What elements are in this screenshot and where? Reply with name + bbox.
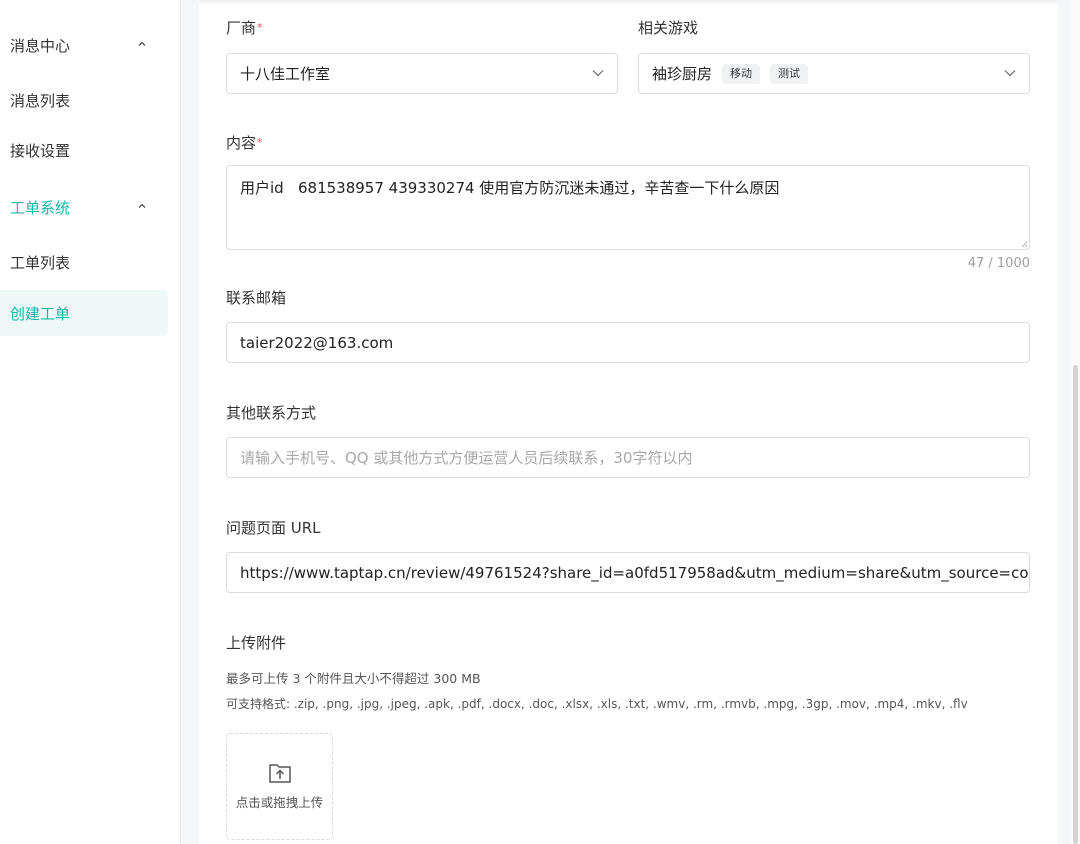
attachment-label: 上传附件 (226, 634, 287, 652)
vendor-select-value: 十八佳工作室 (240, 65, 331, 83)
game-tag: 测试 (770, 63, 809, 84)
attachment-formats-text: 可支持格式: .zip, .png, .jpg, .jpeg, .apk, .p… (226, 697, 968, 711)
other-contact-field[interactable]: 请输入手机号、QQ 或其他方式方便运营人员后续联系，30字符以内 (226, 437, 1030, 478)
content-text: 用户id 681538957 439330274 使用官方防沉迷未通过，辛苦查一… (240, 179, 780, 197)
game-tag: 移动 (722, 63, 761, 84)
game-select[interactable]: 袖珍厨房 移动 测试 (638, 53, 1030, 94)
sidebar-item-label: 消息列表 (10, 91, 71, 110)
required-mark: * (257, 21, 263, 34)
required-mark: * (257, 136, 263, 149)
other-contact-label: 其他联系方式 (226, 404, 317, 422)
email-label: 联系邮箱 (226, 289, 287, 307)
sidebar-item-create-ticket[interactable]: 创建工单 (0, 290, 168, 336)
sidebar-item-receive-settings[interactable]: 接收设置 (0, 127, 168, 173)
sidebar-item-message-list[interactable]: 消息列表 (0, 77, 168, 123)
email-field-value: taier2022@163.com (240, 333, 394, 352)
scrollbar-thumb[interactable] (1073, 365, 1078, 844)
vendor-label: 厂商* (226, 18, 263, 38)
sidebar-group-label: 消息中心 (10, 36, 71, 55)
game-label: 相关游戏 (638, 18, 698, 38)
sidebar-item-ticket-list[interactable]: 工单列表 (0, 239, 168, 285)
attachment-limit-text: 最多可上传 3 个附件且大小不得超过 300 MB (226, 671, 481, 686)
sidebar-item-label: 创建工单 (10, 304, 71, 323)
folder-upload-icon (268, 764, 291, 783)
content-textarea[interactable]: 用户id 681538957 439330274 使用官方防沉迷未通过，辛苦查一… (226, 165, 1030, 250)
chevron-down-icon (1004, 70, 1016, 77)
ticket-form: 厂商* 十八佳工作室 相关游戏 袖珍厨房 移动 测试 内容* 用户id 6815… (199, 0, 1058, 844)
sidebar-group-label: 工单系统 (10, 198, 71, 217)
vendor-label-text: 厂商 (226, 19, 257, 37)
url-field[interactable]: https://www.taptap.cn/review/49761524?sh… (226, 552, 1030, 593)
chevron-down-icon (592, 70, 604, 77)
chevron-up-icon (138, 41, 146, 46)
content-label: 内容* (226, 133, 263, 153)
resize-handle-icon[interactable] (1021, 241, 1027, 247)
url-label: 问题页面 URL (226, 519, 321, 537)
top-divider (199, 0, 1058, 6)
upload-label: 点击或拖拽上传 (235, 795, 324, 810)
upload-dropzone[interactable]: 点击或拖拽上传 (226, 733, 333, 840)
game-label-text: 相关游戏 (638, 19, 699, 37)
sidebar-item-label: 工单列表 (10, 253, 71, 272)
chevron-up-icon (138, 203, 146, 208)
sidebar-group-ticket-system[interactable]: 工单系统 (0, 184, 168, 230)
game-select-value: 袖珍厨房 (652, 65, 713, 83)
sidebar-group-message-center[interactable]: 消息中心 (0, 22, 168, 68)
sidebar-item-label: 接收设置 (10, 141, 71, 160)
sidebar: 消息中心 消息列表 接收设置 工单系统 工单列表 创建工单 (0, 0, 181, 844)
email-field[interactable]: taier2022@163.com (226, 322, 1030, 363)
content-char-counter: 47 / 1000 (967, 256, 1030, 271)
url-field-value: https://www.taptap.cn/review/49761524?sh… (240, 563, 1030, 582)
content-label-text: 内容 (226, 134, 257, 152)
vendor-select[interactable]: 十八佳工作室 (226, 53, 618, 94)
other-contact-placeholder: 请输入手机号、QQ 或其他方式方便运营人员后续联系，30字符以内 (240, 449, 693, 467)
